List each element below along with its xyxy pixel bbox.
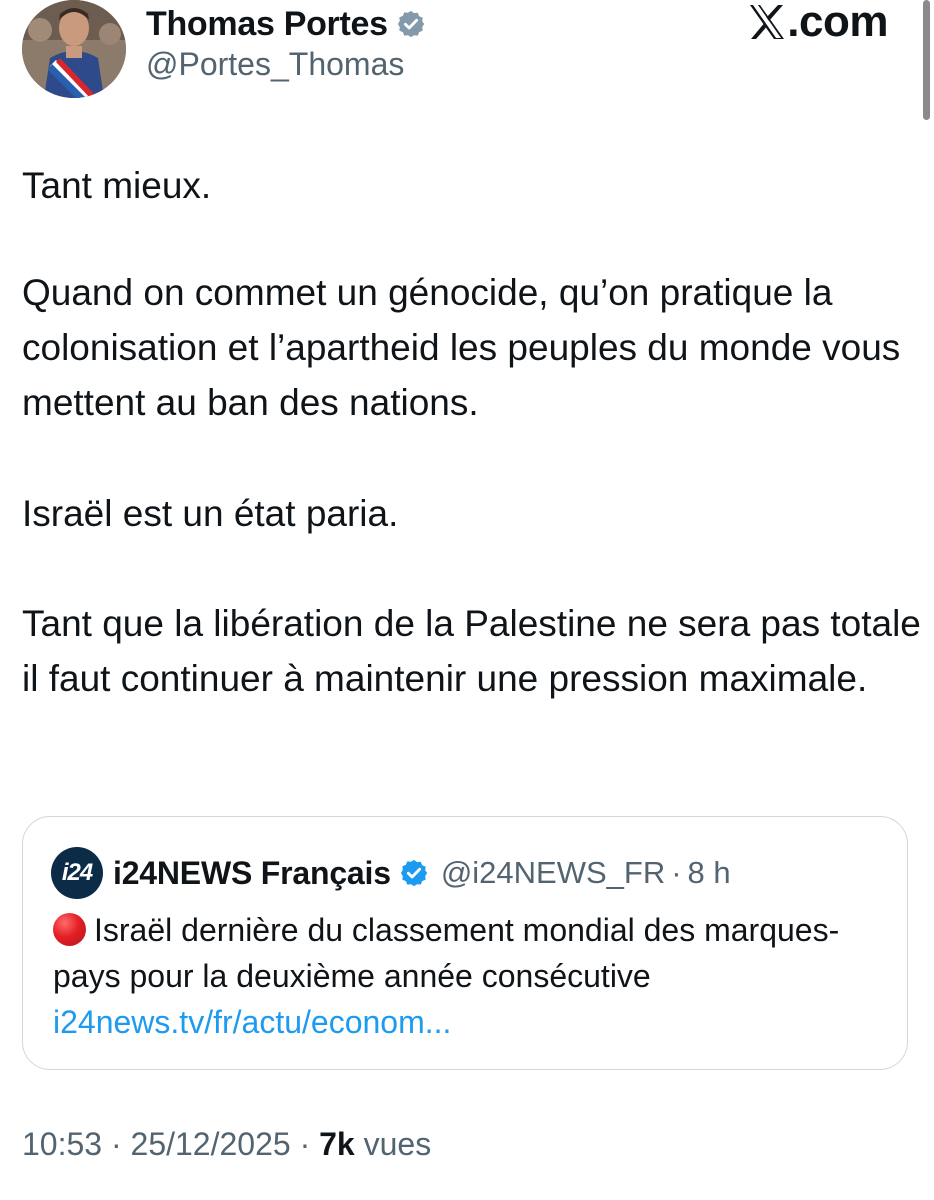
x-brand: .com [748,0,888,44]
x-logo-icon [748,4,786,40]
author-handle[interactable]: @Portes_Thomas [146,46,404,83]
tweet-date[interactable]: 25/12/2025 [131,1126,291,1162]
tweet-paragraph: Quand on commet un génocide, qu’on prati… [22,272,901,423]
quoted-tweet-card[interactable]: i24 i24NEWS Français @i24NEWS_FR · 8 h I… [22,816,908,1070]
views-count[interactable]: 7k [319,1126,355,1162]
tweet-page: Thomas Portes @Portes_Thomas .com Tant m… [0,0,934,1200]
tweet-meta: 10:53 · 25/12/2025 · 7k vues [22,1126,431,1163]
author-name[interactable]: Thomas Portes [146,5,388,44]
quoted-tweet-body: Israël dernière du classement mondial de… [53,912,840,994]
verified-badge-icon [396,9,426,39]
quoted-avatar-logo: i24 [61,859,93,886]
scrollbar[interactable] [923,0,930,120]
brand-suffix: .com [787,0,888,46]
author-name-row: Thomas Portes [146,2,426,46]
quoted-author-avatar[interactable]: i24 [51,847,103,899]
red-circle-icon [53,913,86,946]
views-label: vues [354,1126,432,1162]
quoted-timestamp[interactable]: 8 h [688,855,731,891]
quoted-tweet-text: Israël dernière du classement mondial de… [53,907,893,1045]
quoted-tweet-link[interactable]: i24news.tv/fr/actu/econom... [53,999,893,1045]
meta-separator: · [290,1126,320,1162]
meta-separator: · [102,1126,131,1162]
tweet-paragraph: Israël est un état paria. [22,493,399,534]
verified-badge-icon [399,858,429,888]
quoted-separator: · [671,855,682,890]
quoted-author-name[interactable]: i24NEWS Français [113,855,391,892]
author-avatar[interactable] [22,0,126,98]
quoted-author-handle[interactable]: @i24NEWS_FR [441,855,665,891]
tweet-paragraph: Tant mieux. [22,165,212,206]
quoted-tweet-header: i24 i24NEWS Français @i24NEWS_FR · 8 h [51,847,731,899]
tweet-time[interactable]: 10:53 [22,1126,102,1162]
profile-photo [22,0,126,98]
tweet-paragraph: Tant que la libération de la Palestine n… [22,603,921,699]
